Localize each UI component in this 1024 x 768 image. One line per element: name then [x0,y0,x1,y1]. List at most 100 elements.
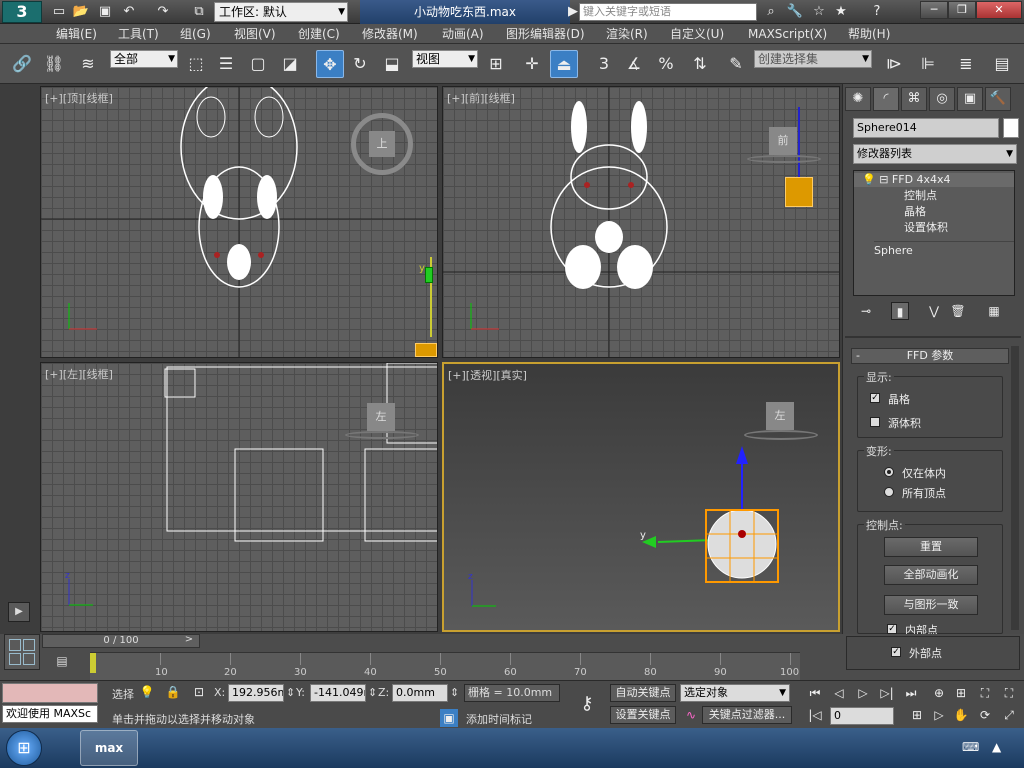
binoculars-icon[interactable]: ⌕ [762,3,780,21]
create-tab-icon[interactable]: ✺ [845,87,871,111]
hierarchy-tab-icon[interactable]: ⌘ [901,87,927,111]
viewcube[interactable]: 左 [367,403,395,431]
app-menu-button[interactable]: 3 [2,1,42,23]
lightbulb-icon[interactable]: 💡 [862,173,876,186]
show-end-result-icon[interactable]: ▮ [891,302,909,320]
help-icon[interactable]: ? [868,3,886,21]
project-folder-icon[interactable]: ⧉ [190,3,208,21]
viewport-left[interactable]: [+][左][线框] 左 z [40,362,438,632]
modifier-list-select[interactable]: 修改器列表 ▼ [853,144,1017,164]
play-icon[interactable]: ▷ [854,684,872,702]
current-frame-marker[interactable] [90,653,96,673]
menu-views[interactable]: 视图(V) [234,26,276,42]
menu-modifiers[interactable]: 修改器(M) [362,26,418,42]
time-config-icon[interactable]: ⊞ [908,706,926,724]
panel-scrollbar[interactable] [1011,346,1019,630]
redo-icon[interactable]: ↷ [154,3,172,21]
menu-edit[interactable]: 编辑(E) [56,26,97,42]
maxscript-mini-input[interactable]: 欢迎使用 MAXSc [2,705,98,723]
menu-group[interactable]: 组(G) [180,26,211,42]
reset-button[interactable]: 重置 [884,537,978,557]
inside-points-checkbox[interactable]: ✓ [887,624,897,634]
lattice-checkbox[interactable]: ✓ [870,393,880,403]
zoom-icon[interactable]: ⊕ [930,684,948,702]
zoom-extents-icon[interactable]: ⛶ [976,684,994,702]
ffd-lattice-icon[interactable] [785,177,813,207]
bind-space-warp-icon[interactable]: ≋ [74,50,102,78]
time-slider-next-icon[interactable]: > [182,634,196,648]
selection-filter-select[interactable]: 全部 ▼ [110,50,178,68]
all-vertices-radio[interactable] [884,487,894,497]
z-coordinate-input[interactable]: 0.0mm [392,684,448,702]
modify-tab-icon[interactable]: ◜ [873,87,899,111]
y-coordinate-input[interactable]: -141.049m [310,684,366,702]
edit-named-selection-icon[interactable]: ✎ [722,50,750,78]
orbit-icon[interactable]: ⟳ [976,706,994,724]
select-and-scale-icon[interactable]: ⬓ [378,50,406,78]
next-frame-icon[interactable]: ▷| [878,684,896,702]
menu-animation[interactable]: 动画(A) [442,26,484,42]
set-key-mode-icon[interactable]: ⚷ [570,691,604,717]
new-file-icon[interactable]: ▭ [50,3,68,21]
time-slider[interactable]: 0 / 100 [42,634,200,648]
menu-tools[interactable]: 工具(T) [118,26,159,42]
set-key-button[interactable]: 设置关键点 [610,706,676,724]
z-spinner-icon[interactable]: ⇕ [450,686,459,699]
start-button[interactable]: ⊞ [6,730,42,766]
window-crossing-icon[interactable]: ◪ [276,50,304,78]
selection-lock-icon[interactable]: 🔒 [164,683,182,701]
stack-item-ffd[interactable]: 💡 ⊟ FFD 4x4x4 [854,173,1014,187]
mirror-icon[interactable]: ⧐ [880,50,908,78]
menu-maxscript[interactable]: MAXScript(X) [748,26,827,42]
go-to-end-icon[interactable]: ⏭ [902,684,920,702]
maxscript-listener-mini[interactable] [2,683,98,703]
select-by-name-icon[interactable]: ☰ [212,50,240,78]
save-icon[interactable]: ▣ [96,3,114,21]
stack-item-set-volume[interactable]: 设置体积 [904,221,948,235]
restore-button[interactable]: ❐ [948,1,976,19]
source-volume-checkbox[interactable] [870,417,880,427]
viewcube-ring[interactable] [747,155,821,163]
expand-panel-icon[interactable]: ▶ [8,602,30,622]
menu-graph-editors[interactable]: 图形编辑器(D) [506,26,585,42]
favorites-icon[interactable]: ☆ [810,3,828,21]
conform-to-shape-button[interactable]: 与图形一致 [884,595,978,615]
display-tab-icon[interactable]: ▣ [957,87,983,111]
menu-create[interactable]: 创建(C) [298,26,340,42]
time-tag-icon[interactable]: ▣ [440,709,458,727]
viewport-front[interactable]: [+][前][线框] 前 [442,86,840,358]
search-input[interactable]: 键入关键字或短语 [579,3,757,21]
snaps-toggle-icon[interactable]: 3 [590,50,618,78]
menu-help[interactable]: 帮助(H) [848,26,890,42]
unlink-icon[interactable]: ⛓ [40,50,68,78]
tray-flag-icon[interactable]: ▲ [992,740,1001,754]
previous-frame-icon[interactable]: ◁ [830,684,848,702]
menu-customize[interactable]: 自定义(U) [670,26,724,42]
zoom-all-icon[interactable]: ⊞ [952,684,970,702]
taskbar-3dsmax[interactable]: max [80,730,138,766]
stack-item-control-points[interactable]: 控制点 [904,189,937,203]
select-and-move-icon[interactable]: ✥ [316,50,344,78]
viewcube-ring[interactable] [345,431,419,439]
isolate-toggle-icon[interactable]: 💡 [138,683,156,701]
maximize-viewport-icon[interactable]: ⤢ [1000,706,1018,724]
track-bar[interactable]: 10 20 30 40 50 60 70 80 90 100 [90,652,800,680]
object-name-input[interactable]: Sphere014 [853,118,999,138]
align-icon[interactable]: ⊫ [914,50,942,78]
auto-key-button[interactable]: 自动关键点 [610,684,676,702]
y-spinner-icon[interactable]: ⇕ [368,686,377,699]
star-icon[interactable]: ★ [832,3,850,21]
select-object-icon[interactable]: ⬚ [182,50,210,78]
key-mode-toggle-icon[interactable]: |◁ [806,706,824,724]
pan-view-icon[interactable]: ✋ [952,706,970,724]
gizmo-y-arrow-icon[interactable] [425,267,433,283]
communication-center-icon[interactable]: 🔧 [786,3,804,21]
animate-all-button[interactable]: 全部动画化 [884,565,978,585]
open-file-icon[interactable]: 📂 [72,3,90,21]
absolute-mode-icon[interactable]: ⊡ [190,683,208,701]
configure-modifier-sets-icon[interactable]: ▦ [985,302,1003,320]
stack-item-sphere[interactable]: Sphere [874,241,1014,258]
motion-tab-icon[interactable]: ◎ [929,87,955,111]
go-to-start-icon[interactable]: ⏮ [806,684,824,702]
key-filter-curve-icon[interactable]: ∿ [682,706,700,724]
